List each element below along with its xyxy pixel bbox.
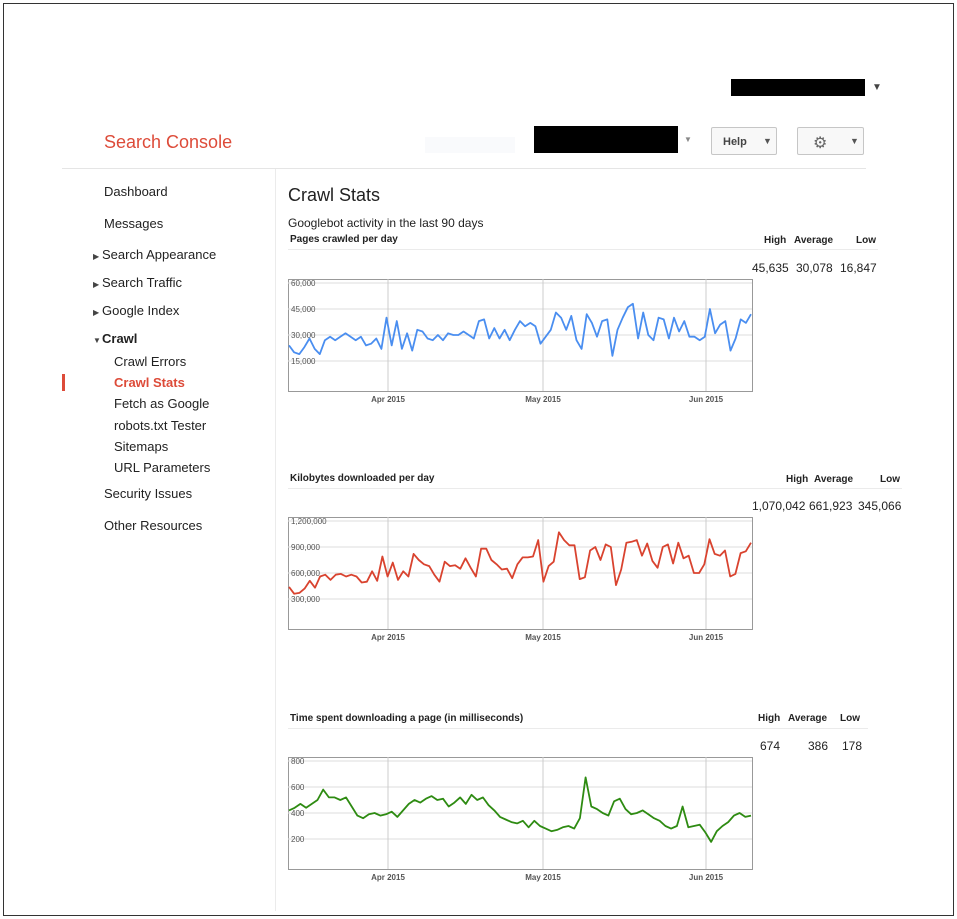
sidebar-item-label: Search Appearance (102, 247, 217, 262)
chevron-down-icon: ▼ (763, 136, 772, 146)
stat-high-value: 674 (760, 739, 781, 753)
account-name-redacted[interactable] (731, 79, 865, 96)
sidebar-item-label: Search Traffic (102, 275, 182, 290)
y-tick-label: 45,000 (291, 305, 316, 314)
account-dropdown-icon[interactable]: ▼ (872, 82, 882, 93)
y-tick-label: 30,000 (291, 331, 316, 340)
gear-icon: ⚙ (813, 135, 828, 152)
y-tick-label: 60,000 (291, 279, 316, 288)
sidebar-divider (275, 169, 276, 911)
sidebar-item-search-appearance[interactable]: ▶ Search Appearance (93, 247, 216, 262)
stat-high-label: High (764, 235, 787, 246)
x-tick-label: Apr 2015 (371, 873, 405, 882)
header-divider (62, 168, 866, 169)
sidebar-item-messages[interactable]: Messages (104, 216, 163, 231)
sidebar-item-label: Google Index (102, 303, 180, 318)
pages-crawled-chart[interactable]: 60,000 45,000 30,000 15,000 Apr 2015 May 2015… (288, 277, 753, 407)
sidebar-item-other-resources[interactable]: Other Resources (104, 518, 202, 533)
sidebar-subitem-robots-tester[interactable]: robots.txt Tester (114, 418, 206, 433)
chart-title-kilobytes: Kilobytes downloaded per day (290, 473, 435, 484)
sidebar-item-dashboard[interactable]: Dashboard (104, 184, 168, 199)
chevron-right-icon: ▶ (93, 252, 100, 261)
chart-title-pages-crawled: Pages crawled per day (290, 234, 398, 245)
x-tick-label: Jun 2015 (689, 873, 724, 882)
chart-header-divider (288, 488, 902, 489)
sidebar-subitem-url-parameters[interactable]: URL Parameters (114, 460, 210, 475)
help-button[interactable]: Help ▼ (711, 127, 777, 155)
chart-header-divider (288, 728, 868, 729)
y-tick-label: 400 (291, 809, 305, 818)
stat-high-label: High (786, 474, 809, 485)
y-tick-label: 600,000 (291, 569, 320, 578)
sidebar-subitem-crawl-errors[interactable]: Crawl Errors (114, 354, 186, 369)
active-indicator (62, 374, 65, 391)
time-spent-chart[interactable]: 800 600 400 200 Apr 2015 May 2015 Jun 2015 (288, 755, 753, 885)
y-tick-label: 800 (291, 757, 305, 766)
y-tick-label: 600 (291, 783, 305, 792)
sidebar-item-google-index[interactable]: ▶ Google Index (93, 303, 179, 318)
sidebar-item-security-issues[interactable]: Security Issues (104, 486, 192, 501)
chevron-right-icon: ▶ (93, 308, 100, 317)
stat-average-value: 386 (808, 739, 829, 753)
site-selector-placeholder (425, 137, 515, 153)
brand-logo[interactable]: Search Console (104, 132, 232, 153)
stat-average-value: 30,078 (796, 261, 833, 275)
sidebar-subitem-sitemaps[interactable]: Sitemaps (114, 439, 168, 454)
x-tick-label: Apr 2015 (371, 395, 405, 404)
stat-low-label: Low (880, 474, 900, 485)
chevron-down-icon: ▼ (93, 336, 101, 345)
stat-low-value: 345,066 (858, 499, 902, 513)
y-tick-label: 15,000 (291, 357, 316, 366)
page-subtitle: Googlebot activity in the last 90 days (288, 216, 484, 230)
y-tick-label: 300,000 (291, 595, 320, 604)
help-label: Help (723, 136, 747, 148)
x-tick-label: Apr 2015 (371, 633, 405, 642)
x-tick-label: Jun 2015 (689, 633, 724, 642)
y-tick-label: 1,200,000 (291, 517, 327, 526)
settings-button[interactable]: ⚙ ▼ (797, 127, 864, 155)
sidebar-item-label: Crawl (102, 331, 138, 346)
stat-average-value: 661,923 (809, 499, 853, 513)
site-selector-chevron-icon[interactable]: ▼ (684, 135, 692, 144)
sidebar-item-search-traffic[interactable]: ▶ Search Traffic (93, 275, 182, 290)
stat-average-label: Average (794, 235, 834, 246)
x-tick-label: Jun 2015 (689, 395, 724, 404)
stat-low-value: 178 (842, 739, 863, 753)
chart-title-time-spent: Time spent downloading a page (in millis… (290, 713, 524, 724)
stat-high-label: High (758, 713, 781, 724)
y-tick-label: 200 (291, 835, 305, 844)
stat-low-value: 16,847 (840, 261, 877, 275)
stat-high-value: 45,635 (752, 261, 789, 275)
stat-average-label: Average (788, 713, 828, 724)
x-tick-label: May 2015 (525, 873, 561, 882)
stat-high-value: 1,070,042 (752, 499, 806, 513)
sidebar-subitem-fetch-as-google[interactable]: Fetch as Google (114, 396, 209, 411)
stat-average-label: Average (814, 474, 854, 485)
x-tick-label: May 2015 (525, 395, 561, 404)
x-tick-label: May 2015 (525, 633, 561, 642)
chevron-right-icon: ▶ (93, 280, 100, 289)
chevron-down-icon: ▼ (850, 136, 859, 146)
sidebar-item-crawl[interactable]: ▼Crawl (93, 331, 137, 346)
stat-low-label: Low (856, 235, 876, 246)
sidebar-subitem-crawl-stats[interactable]: Crawl Stats (114, 375, 185, 390)
page-title: Crawl Stats (288, 185, 381, 205)
y-tick-label: 900,000 (291, 543, 320, 552)
kilobytes-chart[interactable]: 1,200,000 900,000 600,000 300,000 Apr 2015 Ma… (288, 515, 753, 645)
site-selector-redacted[interactable] (534, 126, 678, 153)
stat-low-label: Low (840, 713, 860, 724)
chart-header-divider (288, 249, 878, 250)
